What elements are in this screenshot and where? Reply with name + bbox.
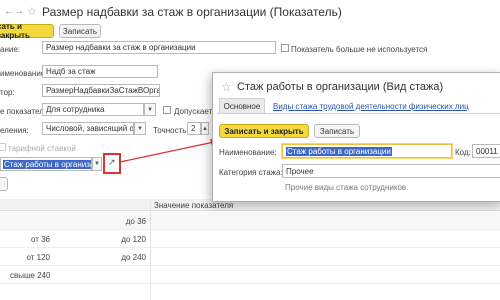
unused-checkbox[interactable] [281, 44, 289, 52]
table-header-value: Значение показателя [154, 201, 234, 210]
identifier-field[interactable]: РазмерНадбавкиЗаСтажВОрганиз [42, 84, 160, 97]
main-title: Размер надбавки за стаж в организации (П… [42, 5, 342, 19]
forward-arrow-icon[interactable]: → [14, 6, 24, 17]
category-hint: Прочие виды стажа сотрудников. [285, 183, 409, 192]
table-cell-to: до 36 [125, 217, 146, 226]
precision-field[interactable]: 2 [187, 122, 201, 135]
table-cell-to: до 120 [121, 235, 146, 244]
tab-underline [217, 113, 500, 114]
type-dropdown-icon[interactable]: ▼ [134, 122, 146, 135]
type-select[interactable]: Числовой, зависящий от [42, 122, 134, 135]
identifier-label: тор: [0, 88, 15, 97]
tariff-checkbox[interactable] [0, 143, 6, 151]
precision-label: Точность [153, 126, 187, 135]
allow-checkbox[interactable] [163, 106, 171, 114]
table-cell-from: свыше 240 [10, 271, 51, 280]
experience-dialog: ☆ Стаж работы в организации (Вид стажа) … [212, 72, 500, 202]
small-button[interactable] [0, 177, 8, 191]
dialog-save-button[interactable]: Записать [314, 124, 360, 138]
short-name-label: именование: [0, 69, 48, 78]
table-cell-from: от 120 [26, 253, 50, 262]
dialog-name-field[interactable]: Стаж работы в организации [282, 144, 452, 158]
code-field[interactable]: 00011 [472, 144, 500, 158]
purpose-select[interactable]: Для сотрудника [42, 103, 144, 116]
experience-kind-field[interactable]: Стаж работы в организац [0, 157, 92, 171]
category-label: Категория стажа: [219, 168, 283, 177]
dialog-star-icon[interactable]: ☆ [221, 80, 232, 94]
table-cell-to: до 240 [121, 253, 146, 262]
type-label: еления: [0, 126, 29, 135]
values-table: Значение показателя до 36 от 36 до 120 о… [0, 199, 500, 300]
dialog-name-value: Стаж работы в организации [286, 146, 392, 156]
category-select[interactable]: Прочее [282, 164, 500, 178]
annotation-arrow [119, 139, 219, 163]
dialog-title: Стаж работы в организации (Вид стажа) [237, 81, 444, 93]
table-row[interactable]: до 36 [0, 212, 500, 230]
unused-label: Показатель больше не используется [291, 45, 428, 54]
main-save-button[interactable]: Записать [59, 24, 101, 38]
name-field[interactable]: Размер надбавки за стаж в организации [42, 41, 276, 54]
open-link-icon[interactable]: ↗ [108, 157, 116, 168]
purpose-dropdown-icon[interactable]: ▼ [144, 103, 156, 116]
table-divider [150, 199, 151, 300]
precision-stepper-icon[interactable]: ▲ [201, 122, 209, 135]
main-save-close-button[interactable]: сать и закрыть [0, 22, 54, 40]
short-name-field[interactable]: Надб за стаж [42, 65, 158, 78]
favorite-star-icon[interactable]: ☆ [27, 5, 37, 18]
experience-kind-value: Стаж работы в организац [3, 159, 91, 169]
tab-main[interactable]: Основное [219, 98, 265, 113]
tab-link-work-experience[interactable]: Виды стажа трудовой деятельности физичес… [273, 102, 469, 111]
dialog-name-label: Наименование: [219, 148, 277, 157]
experience-kind-dropdown-icon[interactable]: ▼ [92, 157, 102, 171]
table-row[interactable]: от 120 до 240 [0, 248, 500, 266]
tariff-label: тарифной ставкой [8, 144, 76, 153]
table-row[interactable]: свыше 240 [0, 266, 500, 284]
table-cell-from: от 36 [30, 235, 50, 244]
name-label: ание: [0, 45, 21, 54]
back-arrow-icon[interactable]: ← [4, 6, 14, 17]
table-row[interactable]: от 36 до 120 [0, 230, 500, 248]
code-label: Код: [455, 148, 471, 157]
dialog-save-close-button[interactable]: Записать и закрыть [219, 124, 309, 138]
